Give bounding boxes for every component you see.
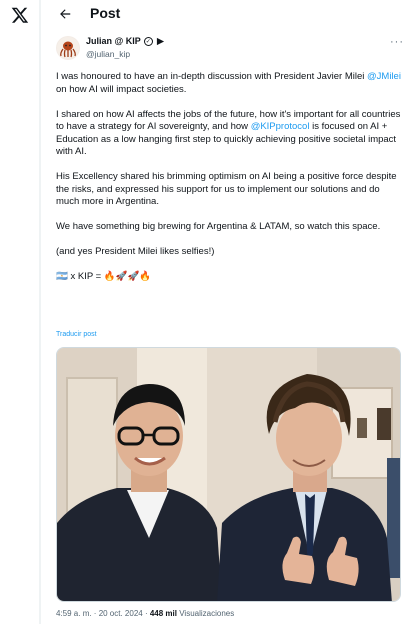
tweet-paragraph-4: We have something big brewing for Argent… xyxy=(56,221,381,232)
tweet-text-span: I was honoured to have an in-depth discu… xyxy=(56,71,368,82)
tweet-paragraph-3: His Excellency shared his brimming optim… xyxy=(56,171,397,207)
post-date[interactable]: 20 oct. 2024 xyxy=(99,609,143,618)
post-photo[interactable] xyxy=(56,347,401,602)
left-rail xyxy=(0,0,40,624)
meta-separator: · xyxy=(91,609,99,618)
verified-badge-icon: ✓ xyxy=(143,36,153,46)
avatar[interactable] xyxy=(56,36,80,60)
tweet-text-span: on how AI will impact societies. xyxy=(56,83,187,95)
x-logo-icon[interactable] xyxy=(9,4,31,26)
more-icon[interactable]: ··· xyxy=(390,36,404,48)
page-title: Post xyxy=(90,5,121,21)
tweet-paragraph-1: I was honoured to have an in-depth discu… xyxy=(56,71,401,96)
tweet-text: I was honoured to have an in-depth discu… xyxy=(56,71,401,296)
mention-kipprotocol[interactable]: @KIPprotocol xyxy=(251,121,310,132)
post-meta: 4:59 a. m. · 20 oct. 2024 · 448 mil Visu… xyxy=(56,609,234,618)
back-arrow-icon[interactable] xyxy=(55,4,75,24)
translate-post-link[interactable]: Traducir post xyxy=(56,331,97,338)
views-label: Visualizaciones xyxy=(179,609,235,618)
post-header: Post xyxy=(41,0,414,28)
post-time[interactable]: 4:59 a. m. xyxy=(56,609,92,618)
post-column: Post Julian @ KIP ✓ @julian_kip ··· I wa… xyxy=(40,0,414,624)
author-name-row: Julian @ KIP ✓ xyxy=(86,36,165,46)
view-count: 448 mil xyxy=(149,609,177,618)
tweet-paragraph-6: 🇦🇷 x KIP = 🔥🚀🚀🔥 xyxy=(56,271,152,282)
meta-separator: · xyxy=(142,609,150,618)
grok-badge-icon xyxy=(156,37,164,45)
author-block: Julian @ KIP ✓ @julian_kip ··· xyxy=(56,36,406,64)
mention-jmilei[interactable]: @JMilei xyxy=(367,71,401,82)
tweet-paragraph-2: I shared on how AI affects the jobs of t… xyxy=(56,109,401,159)
author-name[interactable]: Julian @ KIP xyxy=(86,36,141,46)
author-handle[interactable]: @julian_kip xyxy=(86,49,130,59)
tweet-paragraph-5: (and yes President Milei likes selfies!) xyxy=(56,246,215,257)
